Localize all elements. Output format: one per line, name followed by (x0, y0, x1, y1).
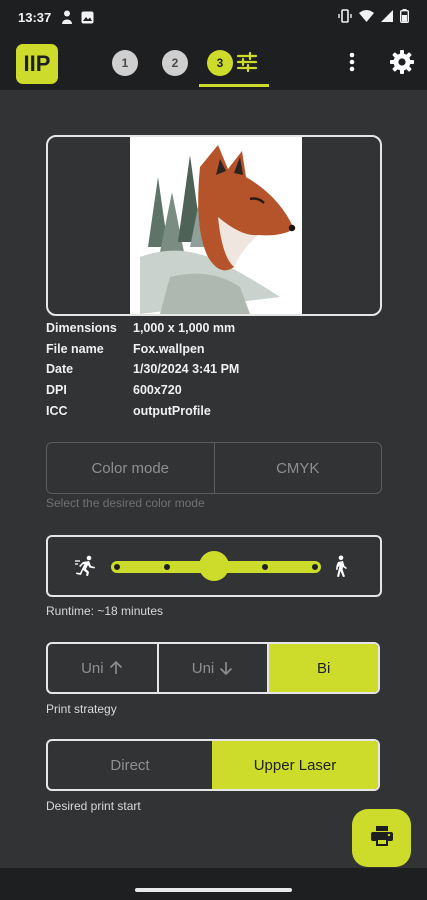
color-mode-value[interactable]: CMYK (213, 443, 382, 493)
file-metadata: Dimensions 1,000 x 1,000 mm File name Fox.… (46, 318, 239, 421)
status-bar: 13:37 (0, 0, 427, 34)
home-gesture-handle[interactable] (135, 888, 292, 892)
wifi-icon (359, 9, 374, 25)
metadata-key: Dimensions (46, 321, 117, 336)
more-vert-icon[interactable] (343, 50, 361, 79)
tune-icon[interactable] (236, 51, 258, 78)
print-button[interactable] (352, 809, 411, 867)
running-icon[interactable] (75, 555, 97, 582)
color-mode-label: Color mode (91, 459, 170, 477)
color-mode-selector[interactable]: Color mode CMYK (46, 442, 382, 494)
active-tab-indicator (199, 84, 269, 87)
metadata-row: File name Fox.wallpen (46, 339, 239, 360)
print-strategy-caption: Print strategy (46, 702, 117, 716)
metadata-value: 1/30/2024 3:41 PM (133, 362, 240, 377)
metadata-row: Date 1/30/2024 3:41 PM (46, 359, 239, 380)
slider-tick (114, 564, 120, 570)
metadata-key: DPI (46, 383, 67, 398)
app-bar: IIP 1 2 3 (0, 34, 427, 90)
slider-tick (164, 564, 170, 570)
battery-icon (399, 8, 409, 26)
upper-laser-option[interactable]: Upper Laser (212, 741, 378, 789)
fox-image (130, 137, 302, 314)
slider-tick (262, 564, 268, 570)
metadata-row: ICC outputProfile (46, 400, 239, 421)
gear-icon[interactable] (389, 49, 415, 80)
print-start-caption: Desired print start (46, 799, 141, 813)
color-mode-hint: Select the desired color mode (46, 496, 205, 510)
metadata-key: File name (46, 341, 104, 356)
metadata-value: Fox.wallpen (133, 341, 205, 356)
speed-slider-card (46, 535, 382, 597)
arrow-up-icon (108, 660, 124, 676)
image-preview[interactable] (46, 135, 382, 316)
speed-slider-thumb[interactable] (199, 551, 229, 581)
step-3-button[interactable]: 3 (207, 50, 233, 76)
uni-down-option[interactable]: Uni (156, 644, 268, 692)
metadata-row: Dimensions 1,000 x 1,000 mm (46, 318, 239, 339)
metadata-value: 1,000 x 1,000 mm (133, 321, 236, 336)
direct-option[interactable]: Direct (48, 741, 212, 789)
vibrate-icon (338, 8, 352, 26)
signal-icon (381, 9, 393, 25)
person-icon (61, 10, 73, 24)
metadata-key: Date (46, 362, 74, 377)
uni-up-label: Uni (81, 659, 104, 677)
metadata-row: DPI 600x720 (46, 380, 239, 401)
arrow-down-icon (218, 660, 234, 676)
print-strategy-selector: Uni Uni Bi (46, 642, 380, 694)
metadata-value: outputProfile (133, 403, 211, 418)
runtime-text: Runtime: ~18 minutes (46, 604, 164, 618)
walking-icon[interactable] (332, 555, 350, 582)
step-1-button[interactable]: 1 (112, 50, 138, 76)
step-2-button[interactable]: 2 (162, 50, 188, 76)
uni-up-option[interactable]: Uni (48, 644, 157, 692)
metadata-key: ICC (46, 403, 68, 418)
metadata-value: 600x720 (133, 383, 182, 398)
uni-down-label: Uni (191, 659, 215, 677)
print-start-selector: Direct Upper Laser (46, 739, 380, 791)
image-icon (81, 11, 94, 24)
print-icon (370, 825, 393, 851)
slider-tick (312, 564, 318, 570)
status-time: 13:37 (18, 9, 52, 25)
app-logo: IIP (16, 44, 58, 84)
bi-option[interactable]: Bi (267, 644, 378, 692)
system-nav-bar (0, 868, 427, 900)
